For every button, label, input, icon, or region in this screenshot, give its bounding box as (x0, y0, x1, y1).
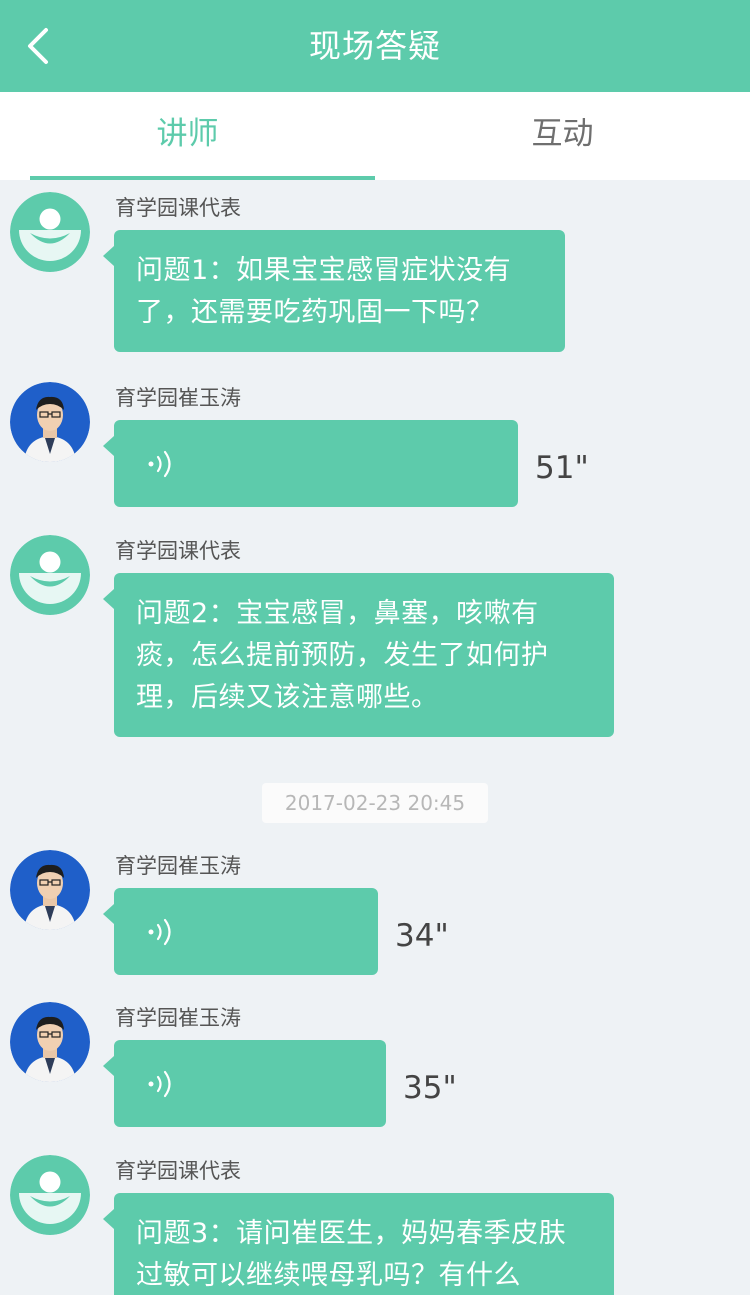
class-rep-logo-icon (10, 535, 90, 615)
doctor-avatar-icon (10, 1002, 90, 1082)
voice-wave-icon (146, 915, 180, 949)
voice-wave-icon (146, 447, 180, 481)
tab-lecturer[interactable]: 讲师 (0, 92, 375, 180)
tab-bar: 讲师 互动 (0, 92, 750, 180)
message-item: 育学园课代表 问题2：宝宝感冒，鼻塞，咳嗽有痰，怎么提前预防，发生了如何护理，后… (0, 523, 750, 753)
avatar[interactable] (10, 192, 90, 272)
message-item: 育学园课代表 问题1：如果宝宝感冒症状没有了，还需要吃药巩固一下吗？ (0, 180, 750, 360)
timestamp-label: 2017-02-23 20:45 (262, 783, 488, 823)
avatar[interactable] (10, 382, 90, 462)
doctor-avatar-icon (10, 850, 90, 930)
voice-duration: 51" (535, 450, 589, 486)
avatar[interactable] (10, 850, 90, 930)
message-bubble[interactable]: 问题3：请问崔医生，妈妈春季皮肤过敏可以继续喂母乳吗？有什么 (103, 1193, 614, 1295)
class-rep-logo-icon (10, 192, 90, 272)
sender-name: 育学园崔玉涛 (115, 854, 241, 878)
avatar[interactable] (10, 1155, 90, 1235)
voice-message-bubble[interactable] (103, 888, 378, 975)
message-item: 育学园崔玉涛 35" (0, 990, 750, 1130)
sender-name: 育学园崔玉涛 (115, 386, 241, 410)
message-text: 问题2：宝宝感冒，鼻塞，咳嗽有痰，怎么提前预防，发生了如何护理，后续又该注意哪些… (136, 598, 549, 713)
sender-name: 育学园课代表 (115, 196, 241, 220)
voice-message-bubble[interactable] (103, 420, 518, 507)
voice-duration: 34" (395, 918, 449, 954)
doctor-avatar-icon (10, 382, 90, 462)
message-bubble[interactable]: 问题1：如果宝宝感冒症状没有了，还需要吃药巩固一下吗？ (103, 230, 565, 352)
message-feed[interactable]: 育学园课代表 问题1：如果宝宝感冒症状没有了，还需要吃药巩固一下吗？ 育学园崔玉… (0, 180, 750, 1295)
message-bubble[interactable]: 问题2：宝宝感冒，鼻塞，咳嗽有痰，怎么提前预防，发生了如何护理，后续又该注意哪些… (103, 573, 614, 737)
message-text: 问题1：如果宝宝感冒症状没有了，还需要吃药巩固一下吗？ (136, 255, 512, 328)
sender-name: 育学园课代表 (115, 1159, 241, 1183)
voice-duration: 35" (403, 1070, 457, 1106)
sender-name: 育学园崔玉涛 (115, 1006, 241, 1030)
message-item: 育学园崔玉涛 51" (0, 370, 750, 510)
page-title: 现场答疑 (308, 27, 441, 65)
avatar[interactable] (10, 535, 90, 615)
sender-name: 育学园课代表 (115, 539, 241, 563)
voice-wave-icon (146, 1067, 180, 1101)
message-item: 育学园课代表 问题3：请问崔医生，妈妈春季皮肤过敏可以继续喂母乳吗？有什么 (0, 1143, 750, 1295)
header-bar: 现场答疑 (0, 0, 750, 92)
voice-message-bubble[interactable] (103, 1040, 386, 1127)
message-item: 育学园崔玉涛 34" (0, 838, 750, 978)
tab-interaction[interactable]: 互动 (375, 92, 750, 180)
class-rep-logo-icon (10, 1155, 90, 1235)
avatar[interactable] (10, 1002, 90, 1082)
message-text: 问题3：请问崔医生，妈妈春季皮肤过敏可以继续喂母乳吗？有什么 (136, 1218, 567, 1291)
